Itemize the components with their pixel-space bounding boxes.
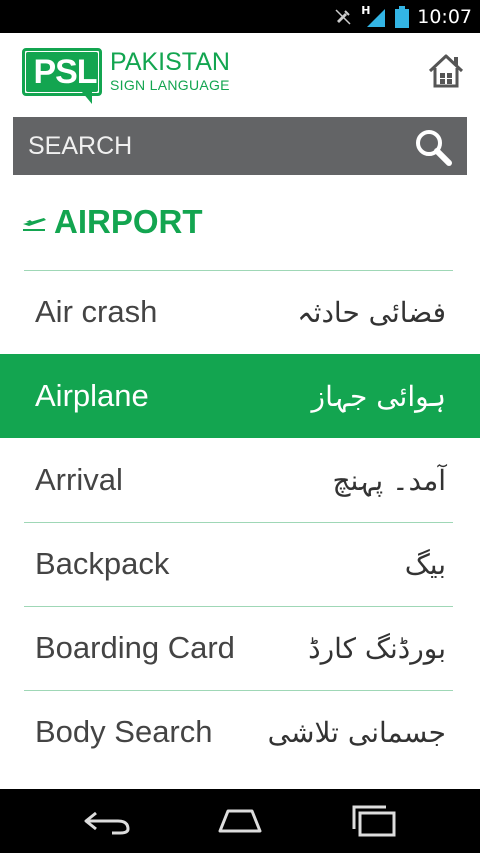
logo-speech-tail [82, 92, 92, 104]
list-item[interactable]: Arrival آمد۔ پہنچ [0, 438, 480, 522]
category-title: AIRPORT [54, 203, 203, 240]
list-item[interactable]: Body Search جسمانی تلاشی [0, 690, 480, 774]
item-urdu: جسمانی تلاشی [267, 715, 446, 749]
status-icons: H 10:07 [333, 0, 472, 33]
status-bar: H 10:07 [0, 0, 480, 33]
category-header: AIRPORT [20, 200, 203, 244]
item-english: Body Search [35, 714, 213, 749]
search-bar [13, 117, 467, 175]
item-urdu: بیگ [404, 547, 446, 581]
list-item-selected[interactable]: Airplane ہوائی جہاز [0, 354, 480, 438]
item-urdu: فضائی حادثہ [297, 295, 446, 329]
home-icon[interactable] [426, 51, 466, 91]
navigation-bar [0, 789, 480, 853]
logo-badge: PSL [22, 48, 102, 96]
item-english: Backpack [35, 546, 170, 581]
search-input[interactable] [28, 117, 398, 175]
airplane-icon [23, 218, 46, 231]
item-english: Boarding Card [35, 630, 235, 665]
item-urdu: ہوائی جہاز [311, 379, 446, 413]
mute-icon [335, 8, 351, 25]
clock: 10:07 [417, 5, 472, 28]
signal-icon [367, 8, 386, 27]
item-urdu: آمد۔ پہنچ [332, 463, 446, 497]
psl-logo: PSL PAKISTAN SIGN LANGUAGE [22, 48, 242, 108]
app-header: PSL PAKISTAN SIGN LANGUAGE [0, 33, 480, 116]
signal-indicator: H [361, 4, 387, 28]
item-urdu: بورڈنگ کارڈ [308, 631, 446, 665]
logo-title: PAKISTAN [110, 48, 230, 76]
search-icon[interactable] [413, 127, 453, 167]
home-nav-icon[interactable] [214, 803, 266, 839]
list-item[interactable]: Air crash فضائی حادثہ [0, 270, 480, 354]
logo-letters: PSL [33, 52, 97, 91]
item-english: Airplane [35, 378, 149, 413]
word-list: Air crash فضائی حادثہ Airplane ہوائی جہا… [0, 270, 480, 774]
recent-apps-icon[interactable] [348, 803, 400, 839]
battery-icon [395, 5, 410, 28]
item-english: Arrival [35, 462, 123, 497]
back-icon[interactable] [82, 803, 134, 839]
list-item[interactable]: Boarding Card بورڈنگ کارڈ [0, 606, 480, 690]
list-item[interactable]: Backpack بیگ [0, 522, 480, 606]
logo-subtitle: SIGN LANGUAGE [110, 77, 230, 93]
item-english: Air crash [35, 294, 158, 329]
